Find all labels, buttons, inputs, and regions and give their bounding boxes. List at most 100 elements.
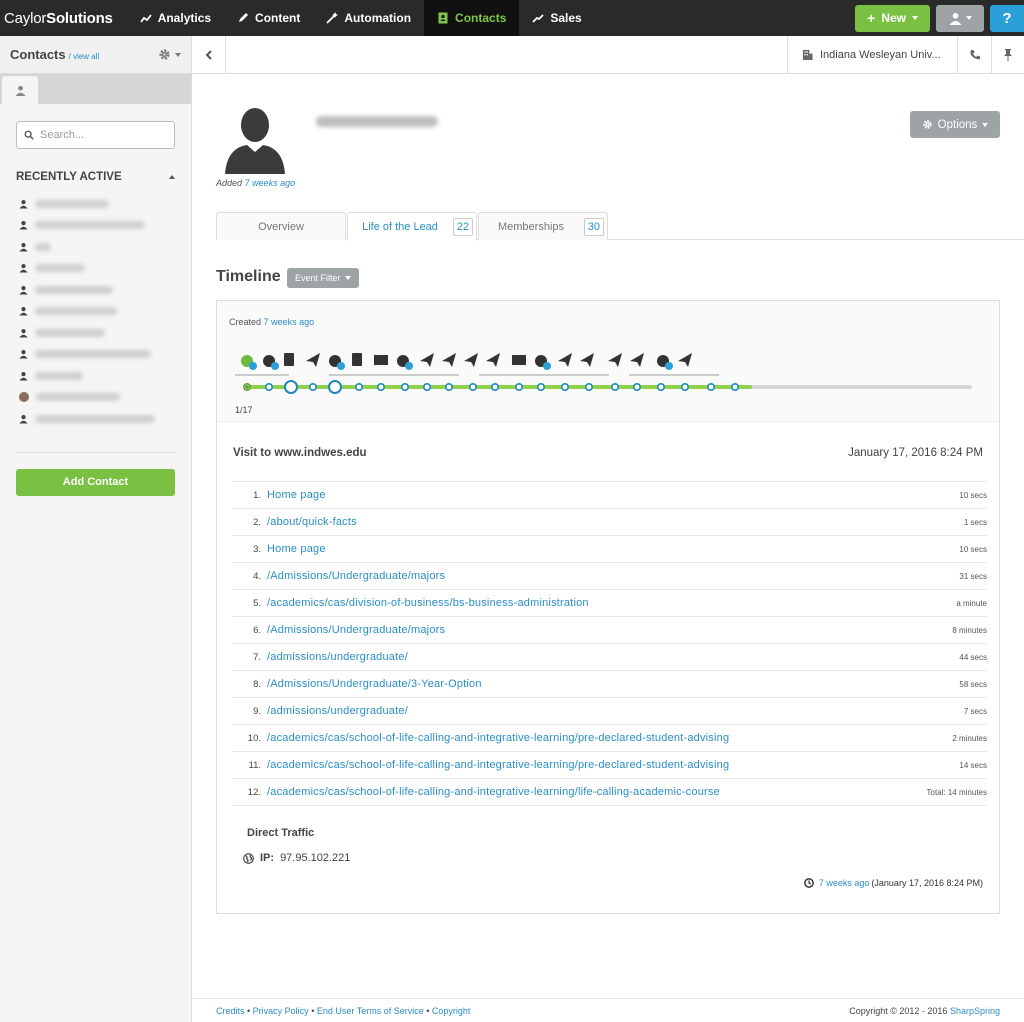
nav-contacts[interactable]: Contacts xyxy=(424,0,520,36)
back-button[interactable] xyxy=(192,35,226,74)
help-icon: ? xyxy=(1002,9,1012,27)
timeline-event-dot[interactable] xyxy=(284,380,298,394)
timeline-event-dot[interactable] xyxy=(584,382,593,391)
timeline-event-dot[interactable] xyxy=(445,382,454,391)
document-event-icon[interactable] xyxy=(352,353,362,366)
page-url-link[interactable]: /admissions/undergraduate/ xyxy=(267,651,408,663)
page-url-link[interactable]: /admissions/undergraduate/ xyxy=(267,705,408,717)
new-button[interactable]: + New xyxy=(855,4,930,32)
sent-event-icon[interactable] xyxy=(306,353,320,367)
terms-link[interactable]: End User Terms of Service xyxy=(317,1006,424,1016)
pin-button[interactable] xyxy=(991,35,1024,74)
list-item[interactable] xyxy=(19,365,191,387)
timeline-event-dot[interactable] xyxy=(730,382,739,391)
sent-event-icon[interactable] xyxy=(580,353,594,367)
added-ago-link[interactable]: 7 weeks ago xyxy=(245,178,296,188)
sidebar-settings-button[interactable] xyxy=(158,48,181,61)
list-item[interactable] xyxy=(19,279,191,301)
event-filter-button[interactable]: Event Filter xyxy=(287,268,359,288)
list-item[interactable] xyxy=(19,215,191,237)
trend-icon xyxy=(532,14,545,23)
nav-automation[interactable]: Automation xyxy=(313,0,424,36)
document-event-icon[interactable] xyxy=(284,353,294,366)
options-button[interactable]: Options xyxy=(910,111,1000,138)
timeline-event-dot[interactable] xyxy=(560,382,569,391)
sent-event-icon[interactable] xyxy=(420,353,434,367)
timeline-event-dot[interactable] xyxy=(469,382,478,391)
browser-badge-icon xyxy=(405,362,413,370)
help-button[interactable]: ? xyxy=(990,4,1024,32)
timeline-event-dot[interactable] xyxy=(423,382,432,391)
list-item[interactable] xyxy=(19,301,191,323)
person-icon xyxy=(19,199,28,209)
row-number: 8. xyxy=(253,678,261,690)
list-item[interactable] xyxy=(19,344,191,366)
nav-sales[interactable]: Sales xyxy=(519,0,594,36)
view-all-link[interactable]: / view all xyxy=(69,52,100,61)
timeline-event-dot[interactable] xyxy=(377,382,386,391)
sent-event-icon[interactable] xyxy=(486,353,500,367)
brand-logo[interactable]: Caylor Solutions xyxy=(0,0,127,36)
created-ago-link[interactable]: 7 weeks ago xyxy=(264,317,315,327)
sharpspring-link[interactable]: SharpSpring xyxy=(950,1006,1000,1016)
sent-event-icon[interactable] xyxy=(678,353,692,367)
page-url-link[interactable]: /academics/cas/division-of-business/bs-b… xyxy=(267,597,589,609)
email-event-icon[interactable] xyxy=(512,355,526,365)
recently-active-header[interactable]: RECENTLY ACTIVE xyxy=(16,171,175,183)
pin-icon xyxy=(1004,48,1012,61)
page-url-link[interactable]: /academics/cas/school-of-life-calling-an… xyxy=(267,786,720,798)
tab-memberships[interactable]: Memberships 30 xyxy=(478,212,608,240)
timeline-event-dot[interactable] xyxy=(680,382,689,391)
email-event-icon[interactable] xyxy=(374,355,388,365)
page-url-link[interactable]: /Admissions/Undergraduate/majors xyxy=(267,570,445,582)
page-url-link[interactable]: Home page xyxy=(267,543,326,555)
list-item[interactable] xyxy=(19,408,191,430)
list-item[interactable] xyxy=(19,387,191,409)
credits-link[interactable]: Credits xyxy=(216,1006,245,1016)
sidebar-tab-contacts[interactable] xyxy=(2,76,38,104)
page-duration: 2 minutes xyxy=(952,733,987,743)
tab-overview[interactable]: Overview xyxy=(216,212,346,240)
list-item[interactable] xyxy=(19,236,191,258)
add-contact-button[interactable]: Add Contact xyxy=(16,468,175,496)
sent-event-icon[interactable] xyxy=(442,353,456,367)
timeline-event-dot[interactable] xyxy=(706,382,715,391)
page-url-link[interactable]: Home page xyxy=(267,489,326,501)
sent-event-icon[interactable] xyxy=(608,353,622,367)
page-url-link[interactable]: /Admissions/Undergraduate/3-Year-Option xyxy=(267,678,482,690)
nav-content[interactable]: Content xyxy=(224,0,313,36)
timeline-track[interactable] xyxy=(217,341,999,409)
sent-event-icon[interactable] xyxy=(630,353,644,367)
timeline-event-dot[interactable] xyxy=(536,382,545,391)
user-menu-button[interactable] xyxy=(936,4,984,32)
timeline-event-dot[interactable] xyxy=(355,382,364,391)
privacy-policy-link[interactable]: Privacy Policy xyxy=(253,1006,309,1016)
page-url-link[interactable]: /academics/cas/school-of-life-calling-an… xyxy=(267,732,729,744)
nav-analytics[interactable]: Analytics xyxy=(127,0,224,36)
tab-life-of-the-lead[interactable]: Life of the Lead 22 xyxy=(347,212,477,241)
search-icon xyxy=(24,130,34,140)
list-item[interactable] xyxy=(19,258,191,280)
timeline-event-dot[interactable] xyxy=(490,382,499,391)
current-event-dot[interactable] xyxy=(245,385,249,389)
timeline-event-dot[interactable] xyxy=(401,382,410,391)
visit-ago-link[interactable]: 7 weeks ago xyxy=(819,878,870,888)
sent-event-icon[interactable] xyxy=(464,353,478,367)
copyright-link[interactable]: Copyright xyxy=(432,1006,471,1016)
page-url-link[interactable]: /Admissions/Undergraduate/majors xyxy=(267,624,445,636)
page-url-link[interactable]: /about/quick-facts xyxy=(267,516,357,528)
timeline-event-dot[interactable] xyxy=(309,382,318,391)
timeline-event-dot[interactable] xyxy=(328,380,342,394)
page-url-link[interactable]: /academics/cas/school-of-life-calling-an… xyxy=(267,759,729,771)
list-item[interactable] xyxy=(19,193,191,215)
contact-search-input[interactable]: Search... xyxy=(16,121,175,149)
timeline-event-dot[interactable] xyxy=(514,382,523,391)
list-item[interactable] xyxy=(19,322,191,344)
timeline-event-dot[interactable] xyxy=(610,382,619,391)
timeline-event-dot[interactable] xyxy=(264,382,273,391)
sent-event-icon[interactable] xyxy=(558,353,572,367)
call-button[interactable] xyxy=(957,35,991,74)
timeline-event-dot[interactable] xyxy=(632,382,641,391)
timeline-event-dot[interactable] xyxy=(656,382,665,391)
organization-link[interactable]: Indiana Wesleyan Univ... xyxy=(787,35,957,74)
